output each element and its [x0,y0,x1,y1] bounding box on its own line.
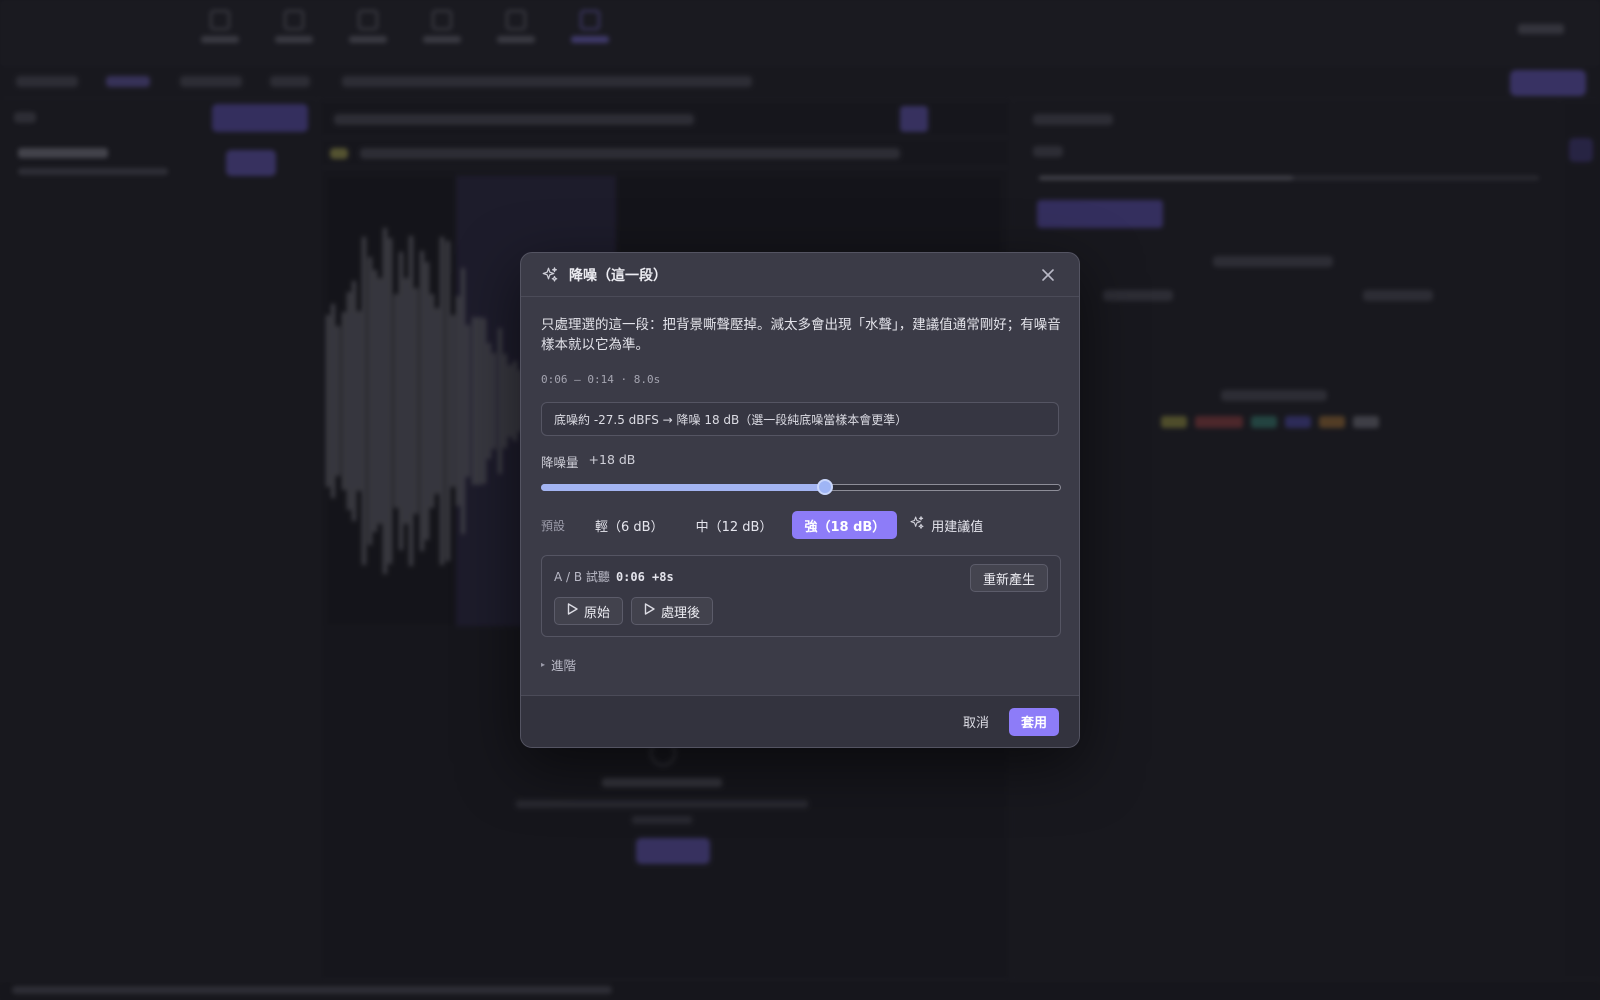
advanced-toggle[interactable]: ▸ 進階 [541,655,1059,674]
preset-row: 預設 輕（6 dB） 中（12 dB） 強（18 dB） 用建議值 [541,511,1059,539]
reduction-amount-value: +18 dB [588,452,636,467]
denoise-dialog: 降噪（這一段） 只處理選的這一段：把背景嘶聲壓掉。減太多會出現「水聲」，建議值通… [520,252,1080,748]
noise-floor-text: 底噪約 -27.5 dBFS → 降噪 18 dB（選一段純底噪當樣本會更準） [554,412,908,427]
reduction-amount-row: 降噪量 +18 dB [541,452,1059,471]
ab-time: 0:06 +8s [615,569,674,584]
use-suggested-button[interactable]: 用建議值 [909,515,983,535]
noise-floor-info: 底噪約 -27.5 dBFS → 降噪 18 dB（選一段純底噪當樣本會更準） [541,402,1059,436]
dialog-footer: 取消 套用 [521,695,1079,747]
preset-light-button[interactable]: 輕（6 dB） [583,511,676,539]
preset-medium-button[interactable]: 中（12 dB） [684,511,785,539]
close-icon[interactable] [1037,264,1059,286]
dialog-body: 只處理選的這一段：把背景嘶聲壓掉。減太多會出現「水聲」，建議值通常剛好；有噪音樣… [521,297,1079,674]
play-original-label: 原始 [584,605,611,621]
use-suggested-label: 用建議值 [931,519,984,535]
sparkles-icon [541,266,559,284]
play-icon [567,603,578,619]
slider-thumb[interactable] [816,479,833,495]
preset-strong-button[interactable]: 強（18 dB） [792,511,898,539]
reduction-amount-label: 降噪量 [541,455,579,470]
regenerate-button[interactable]: 重新產生 [969,564,1048,592]
play-icon [644,603,655,619]
advanced-label: 進階 [551,658,577,673]
play-processed-label: 處理後 [661,605,701,621]
dialog-title: 降噪（這一段） [569,267,667,284]
slider-fill [541,484,825,491]
ab-buttons: 原始 處理後 [554,597,1048,625]
selection-range: 0:06 – 0:14 · 8.0s [541,373,661,386]
apply-button[interactable]: 套用 [1008,707,1059,736]
cancel-button[interactable]: 取消 [957,708,995,736]
ab-preview-box: A / B 試聽 0:06 +8s 重新產生 原始 處理後 [541,555,1061,637]
caret-right-icon: ▸ [541,660,546,669]
sparkles-icon [909,515,925,535]
preset-label: 預設 [541,518,566,533]
dialog-header: 降噪（這一段） [521,253,1079,297]
play-original-button[interactable]: 原始 [554,597,624,625]
play-processed-button[interactable]: 處理後 [631,597,714,625]
ab-title: A / B 試聽 [554,570,610,584]
reduction-amount-slider[interactable] [541,477,1061,497]
dialog-description: 只處理選的這一段：把背景嘶聲壓掉。減太多會出現「水聲」，建議值通常剛好；有噪音樣… [541,317,1061,353]
